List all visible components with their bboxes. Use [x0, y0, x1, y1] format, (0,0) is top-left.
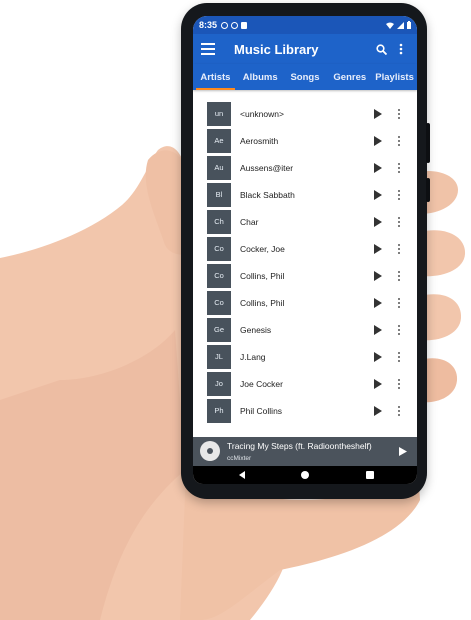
- play-icon[interactable]: [373, 162, 382, 173]
- play-icon[interactable]: [373, 189, 382, 200]
- list-item[interactable]: Co Collins, Phil: [193, 289, 417, 316]
- menu-icon[interactable]: [201, 43, 215, 55]
- status-bar: 8:35: [193, 16, 417, 34]
- list-item[interactable]: JL J.Lang: [193, 343, 417, 370]
- play-icon[interactable]: [373, 324, 382, 335]
- artist-name: Aussens@iter: [240, 162, 294, 173]
- home-icon[interactable]: [301, 471, 309, 479]
- list-item[interactable]: Ch Char: [193, 208, 417, 235]
- more-vert-icon[interactable]: [393, 405, 405, 417]
- list-item[interactable]: Co Cocker, Joe: [193, 235, 417, 262]
- now-playing-artist: ccMixter: [227, 455, 252, 462]
- play-icon[interactable]: [373, 351, 382, 362]
- list-item[interactable]: Jo Joe Cocker: [193, 370, 417, 397]
- artist-name: Aerosmith: [240, 135, 279, 146]
- notification-icon: [221, 21, 229, 29]
- artist-avatar: Co: [207, 236, 231, 261]
- recents-icon[interactable]: [366, 471, 374, 479]
- play-icon[interactable]: [373, 378, 382, 389]
- now-playing-title: Tracing My Steps (ft. Radioontheshelf): [227, 441, 372, 451]
- volume-button: [426, 123, 430, 163]
- artist-name: <unknown>: [240, 108, 284, 119]
- phone-screen: 8:35 Music Library Artists Albums Songs …: [193, 16, 417, 484]
- app-title: Music Library: [234, 41, 319, 57]
- play-icon[interactable]: [373, 243, 382, 254]
- more-vert-icon[interactable]: [393, 324, 405, 336]
- artist-name: Phil Collins: [240, 405, 283, 416]
- more-vert-icon[interactable]: [393, 135, 405, 147]
- play-icon[interactable]: [373, 297, 382, 308]
- artist-name: Char: [240, 216, 259, 227]
- artist-name: Genesis: [240, 324, 272, 335]
- artist-avatar: Au: [207, 155, 231, 180]
- search-icon[interactable]: [371, 39, 391, 59]
- list-item[interactable]: Co Collins, Phil: [193, 262, 417, 289]
- artist-name: Black Sabbath: [240, 189, 295, 200]
- tab-bar: Artists Albums Songs Genres Playlists: [193, 64, 417, 90]
- more-vert-icon[interactable]: [393, 351, 405, 363]
- tab-artists[interactable]: Artists: [193, 64, 238, 90]
- tab-playlists[interactable]: Playlists: [372, 64, 417, 90]
- play-icon[interactable]: [373, 405, 382, 416]
- play-icon[interactable]: [373, 270, 382, 281]
- app-bar: Music Library: [193, 34, 417, 64]
- artist-name: J.Lang: [240, 351, 266, 362]
- artist-avatar: Ae: [207, 128, 231, 153]
- list-item[interactable]: Ge Genesis: [193, 316, 417, 343]
- more-vert-icon[interactable]: [393, 270, 405, 282]
- more-vert-icon[interactable]: [391, 39, 411, 59]
- play-icon[interactable]: [373, 135, 382, 146]
- system-nav-bar: [193, 466, 417, 484]
- tab-songs[interactable]: Songs: [283, 64, 328, 90]
- list-item[interactable]: Bl Black Sabbath: [193, 181, 417, 208]
- artist-avatar: Ch: [207, 209, 231, 234]
- battery-icon: [407, 21, 411, 29]
- artist-avatar: Jo: [207, 371, 231, 396]
- artist-avatar: JL: [207, 344, 231, 369]
- storage-icon: [241, 21, 248, 29]
- artist-name: Cocker, Joe: [240, 243, 285, 254]
- back-icon[interactable]: [239, 471, 245, 479]
- artist-avatar: Ph: [207, 398, 231, 423]
- signal-icon: [397, 21, 404, 29]
- artist-avatar: Bl: [207, 182, 231, 207]
- notification-icon: [231, 21, 239, 29]
- more-vert-icon[interactable]: [393, 243, 405, 255]
- status-time: 8:35: [199, 20, 218, 30]
- more-vert-icon[interactable]: [393, 216, 405, 228]
- artist-name: Collins, Phil: [240, 297, 285, 308]
- mini-player[interactable]: Tracing My Steps (ft. Radioontheshelf) c…: [193, 437, 417, 466]
- tab-albums[interactable]: Albums: [238, 64, 283, 90]
- more-vert-icon[interactable]: [393, 162, 405, 174]
- list-item[interactable]: Ae Aerosmith: [193, 127, 417, 154]
- list-item[interactable]: un <unknown>: [193, 100, 417, 127]
- play-icon[interactable]: [373, 108, 382, 119]
- list-item[interactable]: Ph Phil Collins: [193, 397, 417, 424]
- wifi-icon: [386, 22, 394, 29]
- artist-name: Collins, Phil: [240, 270, 285, 281]
- list-item[interactable]: Au Aussens@iter: [193, 154, 417, 181]
- artist-list: un <unknown> Ae Aerosmith Au Aussens@ite…: [193, 92, 417, 437]
- play-icon[interactable]: [399, 447, 407, 456]
- artist-avatar: Ge: [207, 317, 231, 342]
- more-vert-icon[interactable]: [393, 297, 405, 309]
- artist-avatar: Co: [207, 263, 231, 288]
- tab-genres[interactable]: Genres: [327, 64, 372, 90]
- artist-avatar: un: [207, 101, 231, 126]
- artist-avatar: Co: [207, 290, 231, 315]
- more-vert-icon[interactable]: [393, 108, 405, 120]
- play-icon[interactable]: [373, 216, 382, 227]
- more-vert-icon[interactable]: [393, 189, 405, 201]
- disc-icon: [200, 441, 220, 461]
- artist-name: Joe Cocker: [240, 378, 283, 389]
- more-vert-icon[interactable]: [393, 378, 405, 390]
- power-button: [426, 178, 430, 202]
